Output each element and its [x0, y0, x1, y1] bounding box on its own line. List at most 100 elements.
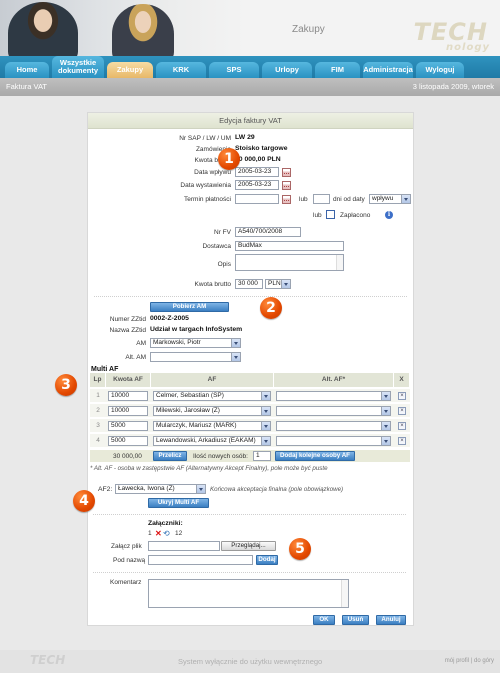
logo: TECH nology — [370, 18, 496, 58]
numer-zztid-label: Numer ZZtid — [109, 316, 146, 323]
ukryj-multi-af-button[interactable]: Ukryj Multi AF — [148, 498, 209, 508]
af2-label: AF2: — [98, 486, 113, 493]
divider — [94, 296, 407, 297]
af-value: Milewski, Jarosław (Z) — [156, 407, 220, 414]
af2-note: Końcowa akceptacja finalna (pole obowiąz… — [210, 486, 344, 493]
chevron-down-icon — [261, 407, 270, 415]
callout-badge-4: 4 — [73, 490, 95, 512]
alt-af-select[interactable] — [276, 406, 391, 416]
remove-row-icon[interactable]: × — [398, 437, 406, 445]
opis-label: Opis — [217, 261, 231, 268]
callout-badge-2: 2 — [260, 297, 282, 319]
usun-button[interactable]: Usuń — [342, 615, 369, 625]
nr-sap-value: LW 29 — [235, 134, 255, 141]
logo-subtext: nology — [446, 42, 490, 53]
col-lp: Lp — [90, 373, 106, 387]
calendar-icon[interactable] — [282, 168, 291, 177]
nazwa-zztid-value: Udział w targach InfoSystem — [150, 326, 243, 333]
file-path-input[interactable] — [148, 541, 220, 551]
data-wplywu-input[interactable]: 2005-03-23 — [235, 167, 279, 177]
alt-am-select[interactable] — [150, 352, 241, 362]
ok-button[interactable]: OK — [313, 615, 335, 625]
kwota-af-input[interactable]: 5000 — [108, 421, 148, 431]
calendar-icon[interactable] — [282, 181, 291, 190]
kwota-brutto-input[interactable]: 30 000 — [235, 279, 263, 289]
col-af: AF — [151, 373, 274, 387]
tab-fim[interactable]: FIM — [315, 62, 360, 78]
termin-type-select[interactable]: wpływu — [369, 194, 411, 204]
dostawca-label: Dostawca — [202, 243, 231, 250]
tab-urlopy[interactable]: Urlopy — [262, 62, 312, 78]
chevron-down-icon — [261, 437, 270, 445]
remove-row-icon[interactable]: × — [398, 392, 406, 400]
alt-af-select[interactable] — [276, 436, 391, 446]
af2-select[interactable]: Ławecka, Iwona (Z) — [115, 484, 206, 494]
footer-logo: TECH — [30, 653, 66, 667]
breadcrumb: Faktura VAT — [6, 82, 47, 91]
data-wplywu-label: Data wpływu — [194, 169, 231, 176]
info-icon[interactable]: i — [385, 211, 393, 219]
af-value: Mularczyk, Mariusz (MARK) — [156, 422, 237, 429]
af-select[interactable]: Mularczyk, Mariusz (MARK) — [153, 421, 271, 431]
chevron-down-icon — [231, 353, 240, 361]
przelicz-button[interactable]: Przelicz — [153, 451, 187, 461]
kwota-af-input[interactable]: 10000 — [108, 406, 148, 416]
scrollbar[interactable] — [341, 580, 348, 607]
remove-row-icon[interactable]: × — [398, 407, 406, 415]
row-lp: 3 — [96, 422, 100, 429]
pobierz-am-button[interactable]: Pobierz AM — [150, 302, 229, 312]
anuluj-button[interactable]: Anuluj — [376, 615, 406, 625]
komentarz-textarea[interactable] — [148, 579, 349, 608]
pod-nazwa-input[interactable] — [148, 555, 253, 565]
refresh-icon[interactable]: ⟲ — [163, 529, 170, 538]
tab-wszystkie-dokumenty[interactable]: Wszystkie dokumenty — [52, 56, 104, 78]
alt-af-select[interactable] — [276, 421, 391, 431]
footer-text: System wyłącznie do użytku wewnętrznego — [178, 657, 323, 666]
header-photo — [0, 0, 245, 64]
opis-textarea[interactable] — [235, 254, 344, 271]
delete-icon[interactable]: ✕ — [155, 529, 162, 538]
dostawca-input[interactable]: BudMax — [235, 241, 344, 251]
kwota-brutto-value: 30 000,00 PLN — [235, 156, 281, 163]
chevron-down-icon — [231, 339, 240, 347]
person-image — [112, 4, 174, 64]
alt-af-note: * Alt. AF - osoba w zastępstwie AF (Alte… — [90, 465, 328, 472]
chevron-down-icon — [196, 485, 205, 493]
scrollbar[interactable] — [336, 255, 343, 270]
kwota-af-input[interactable]: 5000 — [108, 436, 148, 446]
dodaj-osoby-af-button[interactable]: Dodaj kolejne osoby AF — [275, 451, 355, 461]
tab-home[interactable]: Home — [5, 62, 49, 78]
kwota-af-input[interactable]: 10000 — [108, 391, 148, 401]
calendar-icon[interactable] — [282, 195, 291, 204]
tab-sps[interactable]: SPS — [209, 62, 259, 78]
data-wystawienia-input[interactable]: 2005-03-23 — [235, 180, 279, 190]
zaplacono-checkbox[interactable] — [326, 210, 335, 219]
remove-row-icon[interactable]: × — [398, 422, 406, 430]
chevron-down-icon — [381, 407, 390, 415]
numer-zztid-value: 0002-Z-2005 — [150, 315, 189, 322]
nr-fv-input[interactable]: A540/700/2008 — [235, 227, 301, 237]
nr-fv-label: Nr FV — [214, 229, 231, 236]
zalaczniki-title: Załączniki: — [148, 520, 183, 527]
alt-af-select[interactable] — [276, 391, 391, 401]
af-select[interactable]: Milewski, Jarosław (Z) — [153, 406, 271, 416]
ilosc-nowych-input[interactable]: 1 — [253, 451, 271, 461]
af-total-value: 30 000,00 — [113, 453, 142, 460]
dodaj-attachment-button[interactable]: Dodaj — [256, 555, 278, 565]
af-select[interactable]: Celmer, Sebastian (SP) — [153, 391, 271, 401]
footer-links[interactable]: mój profil | do góry — [445, 658, 494, 664]
am-value: Markowski, Piotr — [153, 339, 201, 346]
tab-wyloguj[interactable]: Wyloguj — [416, 62, 464, 78]
termin-platnosci-input[interactable] — [235, 194, 279, 204]
tab-krk[interactable]: KRK — [156, 62, 206, 78]
termin-platnosci-label: Termin płatności — [184, 196, 231, 203]
currency-select[interactable]: PLN — [265, 279, 291, 289]
af-select[interactable]: Lewandowski, Arkadiusz (EAKAM) — [153, 436, 271, 446]
dni-input[interactable] — [313, 194, 330, 204]
tab-zakupy[interactable]: Zakupy — [107, 62, 153, 78]
przegladaj-button[interactable]: Przeglądaj... — [221, 541, 276, 551]
nazwa-zztid-label: Nazwa ZZtid — [109, 327, 146, 334]
ilosc-nowych-label: Ilość nowych osób: — [193, 453, 248, 460]
am-select[interactable]: Markowski, Piotr — [150, 338, 241, 348]
tab-administracja[interactable]: Administracja — [363, 62, 413, 78]
